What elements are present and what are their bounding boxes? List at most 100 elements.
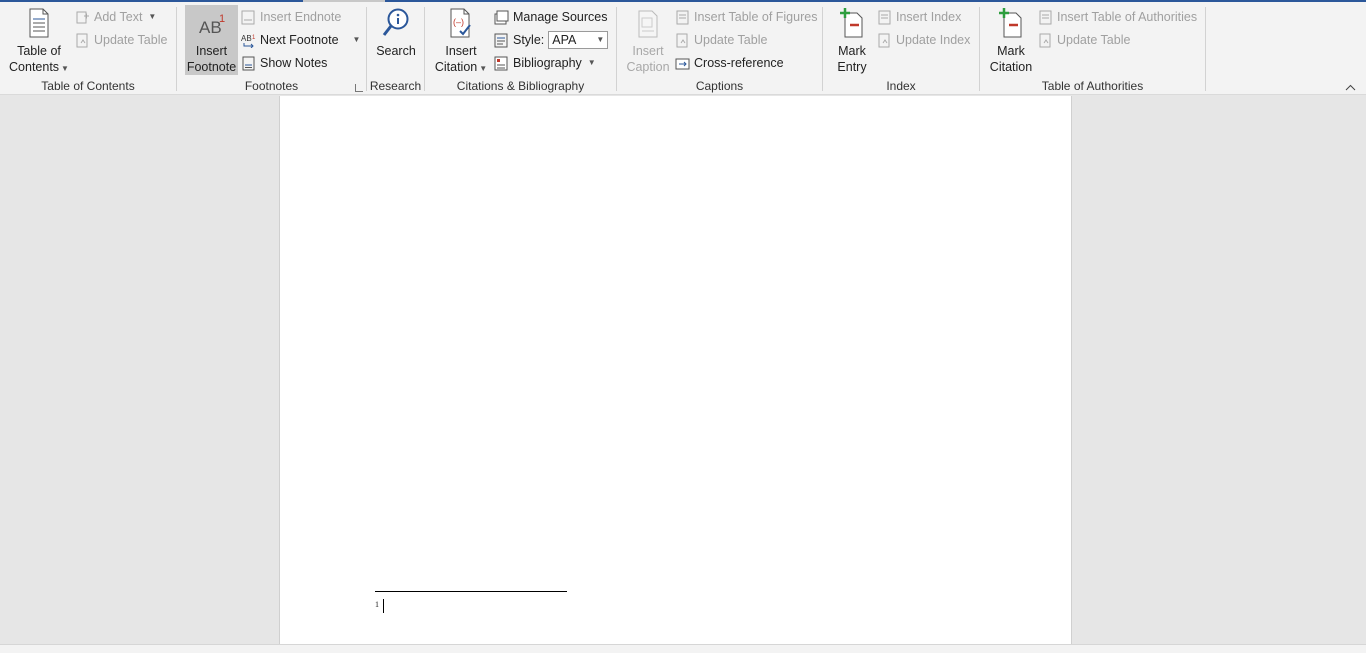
table-of-contents-button[interactable]: Table of Contents ▼ [6,5,72,77]
style-value: APA [552,33,577,47]
chevron-down-icon: ▼ [479,64,488,73]
group-citations-bibliography: (–) Insert Citation ▼ Manage Sources Styl… [425,2,616,95]
show-notes-label: Show Notes [260,56,328,70]
footnote-reference: 1 [375,600,379,609]
manage-sources-button[interactable]: Manage Sources [494,7,608,27]
bibliography-icon [494,56,509,71]
insert-index-label: Insert Index [896,10,962,24]
group-label-citations-bibliography: Citations & Bibliography [456,79,585,93]
bibliography-button[interactable]: Bibliography ▼ [494,53,596,73]
style-label: Style: [513,33,545,47]
next-footnote-icon: AB 1 [241,33,256,48]
insert-index-icon [877,10,892,25]
chevron-down-icon: ▼ [148,12,157,21]
update-table-captions-label: Update Table [694,33,768,47]
style-dropdown[interactable]: APA ▼ [548,31,609,49]
insert-table-of-authorities-label: Insert Table of Authorities [1057,10,1198,24]
text-cursor [383,599,384,613]
svg-text:1: 1 [252,35,256,41]
manage-sources-icon [494,10,509,25]
group-label-table-of-contents: Table of Contents [41,79,135,93]
style-icon [494,33,509,48]
chevron-down-icon: ▼ [61,64,69,73]
footnotes-dialog-launcher-icon[interactable] [355,84,363,92]
update-table-icon [675,33,690,48]
insert-footnote-label2: Footnote [186,60,237,74]
style-selector: Style: APA ▼ [494,30,609,50]
add-text-label: Add Text [94,10,143,24]
insert-footnote-button[interactable]: AB 1 Insert Footnote [185,5,238,75]
insert-caption-icon [637,7,659,39]
mark-citation-button[interactable]: Mark Citation [985,5,1037,75]
group-table-of-authorities: Mark Citation Insert Table of Authoritie… [980,2,1205,95]
update-table-icon [75,33,90,48]
group-captions: Insert Caption Insert Table of Figures U… [617,2,822,95]
update-table-captions-button[interactable]: Update Table [675,30,767,50]
insert-table-of-authorities-icon [1038,10,1053,25]
cross-reference-icon [675,56,690,71]
mark-entry-button[interactable]: Mark Entry [828,5,876,75]
group-label-captions: Captions [695,79,744,93]
group-label-table-of-authorities: Table of Authorities [1041,79,1144,93]
next-footnote-label: Next Footnote [260,33,339,47]
mark-entry-label2: Entry [837,60,867,74]
search-label: Search [376,44,416,58]
svg-text:AB: AB [241,34,252,43]
insert-table-of-authorities-button[interactable]: Insert Table of Authorities [1038,7,1197,27]
footnote-separator [375,591,567,592]
insert-caption-button[interactable]: Insert Caption [622,5,674,75]
insert-citation-icon: (–) [448,7,474,39]
document-page[interactable]: 1 [279,96,1072,644]
insert-citation-button[interactable]: (–) Insert Citation ▼ [432,5,490,77]
update-table-label: Update Table [94,33,168,47]
show-notes-icon [241,56,256,71]
mark-entry-icon [838,7,866,39]
cross-reference-button[interactable]: Cross-reference [675,53,784,73]
svg-text:1: 1 [219,13,225,25]
insert-endnote-icon [241,10,256,25]
insert-table-of-figures-button[interactable]: Insert Table of Figures [675,7,817,27]
table-of-contents-label-line2: Contents ▼ [6,59,72,77]
insert-footnote-label: Insert [195,44,228,58]
svg-text:(–): (–) [453,17,464,27]
mark-citation-label: Mark [997,44,1025,58]
group-label-research: Research [369,79,422,93]
group-label-index: Index [886,79,916,93]
group-footnotes: AB 1 Insert Footnote Insert Endnote AB 1 N… [177,2,366,95]
show-notes-button[interactable]: Show Notes [241,53,327,73]
insert-citation-label2: Citation [434,60,478,74]
update-index-icon [877,33,892,48]
insert-endnote-label: Insert Endnote [260,10,342,24]
add-text-button[interactable]: Add Text ▼ [75,7,156,27]
mark-citation-icon [997,7,1025,39]
table-of-contents-icon [27,7,51,39]
mark-entry-label: Mark [838,44,866,58]
chevron-down-icon: ▼ [596,35,605,44]
update-table-toc-button[interactable]: Update Table [75,30,167,50]
insert-citation-label-line2: Citation ▼ [432,59,490,77]
insert-index-button[interactable]: Insert Index [877,7,961,27]
cross-reference-label: Cross-reference [694,56,784,70]
update-table-icon [1038,33,1053,48]
group-index: Mark Entry Insert Index Update Index Ind… [823,2,979,95]
update-table-authorities-button[interactable]: Update Table [1038,30,1130,50]
mark-citation-label2: Citation [989,60,1033,74]
search-icon [381,7,411,39]
insert-endnote-button[interactable]: Insert Endnote [241,7,341,27]
collapse-ribbon-icon[interactable] [1345,82,1356,94]
update-index-button[interactable]: Update Index [877,30,970,50]
search-button[interactable]: Search [371,5,421,59]
insert-caption-label: Insert [632,44,664,58]
table-of-contents-label2: Contents [9,60,60,74]
references-ribbon: Table of Contents ▼ Add Text ▼ Update Tabl… [0,2,1366,95]
next-footnote-button[interactable]: AB 1 Next Footnote ▼ [241,30,360,50]
bibliography-label: Bibliography [513,56,582,70]
chevron-down-icon: ▼ [587,58,596,67]
next-footnote-dropdown-icon[interactable]: ▼ [353,30,361,50]
group-label-footnotes: Footnotes [244,79,299,93]
insert-footnote-icon: AB 1 [197,7,227,39]
update-index-label: Update Index [896,33,971,47]
insert-table-of-figures-icon [675,10,690,25]
group-table-of-contents: Table of Contents ▼ Add Text ▼ Update Tabl… [0,2,176,95]
table-of-contents-label: Table of [17,44,61,58]
